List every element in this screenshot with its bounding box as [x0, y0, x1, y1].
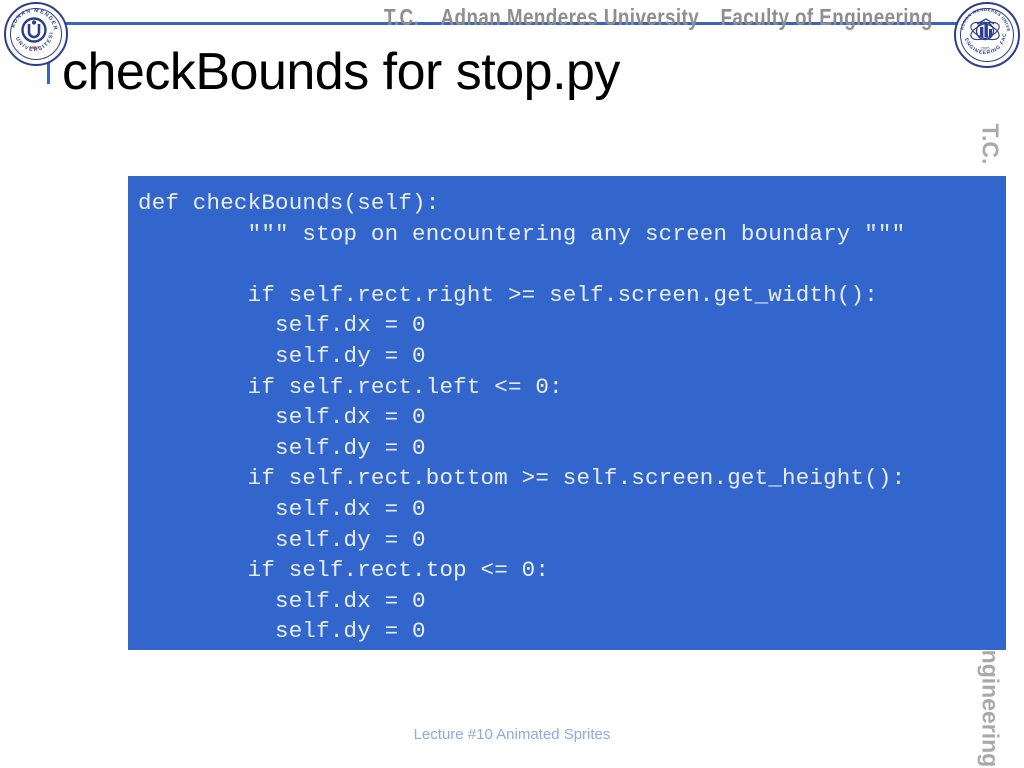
code-line: self.dx = 0 [138, 404, 426, 431]
header-tc-label: T.C. [384, 4, 420, 30]
code-line: self.dx = 0 [138, 312, 426, 339]
code-line: self.dx = 0 [138, 495, 426, 522]
watermark-tc-label: T.C. [977, 123, 1004, 165]
code-line: def checkBounds(self): [138, 190, 440, 216]
svg-text:2005: 2005 [981, 46, 991, 51]
svg-text:1992: 1992 [29, 45, 39, 50]
code-line: self.dy = 0 [138, 618, 426, 645]
code-line: self.dy = 0 [138, 526, 426, 553]
code-line: self.dy = 0 [138, 434, 426, 461]
code-line: """ stop on encountering any screen boun… [138, 220, 906, 247]
code-line: if self.rect.top <= 0: [138, 557, 550, 584]
engineering-seal-graphic: ADNAN MENDERES UNIVERSITY ENGINEERING FA… [956, 4, 1011, 56]
header-university-label: Adnan Menderes University [440, 4, 700, 30]
svg-text:ADNAN MENDERES UNIVERSITY: ADNAN MENDERES UNIVERSITY [956, 4, 1011, 32]
code-line: if self.rect.right >= self.screen.get_wi… [138, 281, 878, 308]
university-seal-logo: ADNAN MENDERES UNIVERSITESI 1992 [4, 2, 68, 66]
university-seal-graphic: ADNAN MENDERES UNIVERSITESI 1992 [6, 4, 57, 53]
code-line: if self.rect.left <= 0: [138, 373, 563, 400]
code-block: def checkBounds(self): """ stop on encou… [128, 176, 1006, 650]
code-line: if self.rect.bottom >= self.screen.get_h… [138, 465, 906, 492]
page-title: checkBounds for stop.py [62, 43, 620, 101]
engineering-faculty-seal-logo: ADNAN MENDERES UNIVERSITY ENGINEERING FA… [954, 2, 1020, 68]
header-faculty-label: Faculty of Engineering [720, 4, 933, 30]
header-institution-title: T.C. Adnan Menderes University Faculty of … [384, 4, 932, 31]
code-line: self.dx = 0 [138, 587, 426, 614]
code-line: self.dy = 0 [138, 342, 426, 369]
slide-footer: Lecture #10 Animated Sprites [413, 726, 611, 743]
